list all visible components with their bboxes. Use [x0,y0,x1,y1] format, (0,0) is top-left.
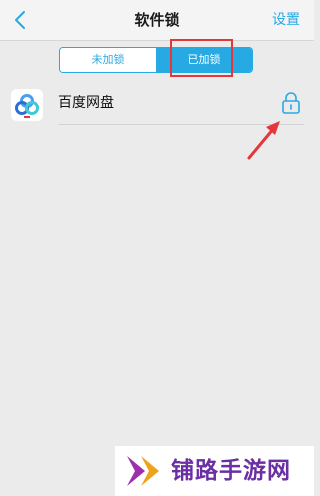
annotation-arrow-icon [247,121,280,160]
watermark-logo-icon [127,456,159,486]
settings-button[interactable]: 设置 [272,0,300,40]
tab-unlocked[interactable]: 未加锁 [60,48,156,72]
navigation-bar: 软件锁 设置 [0,0,314,41]
highlight-box [170,39,233,77]
watermark: 铺路手游网 [115,446,314,496]
watermark-text: 铺路手游网 [171,458,291,484]
page-title: 软件锁 [134,11,180,29]
baidu-netdisk-icon [11,89,43,121]
lock-icon[interactable] [280,91,302,115]
app-name: 百度网盘 [58,95,114,111]
